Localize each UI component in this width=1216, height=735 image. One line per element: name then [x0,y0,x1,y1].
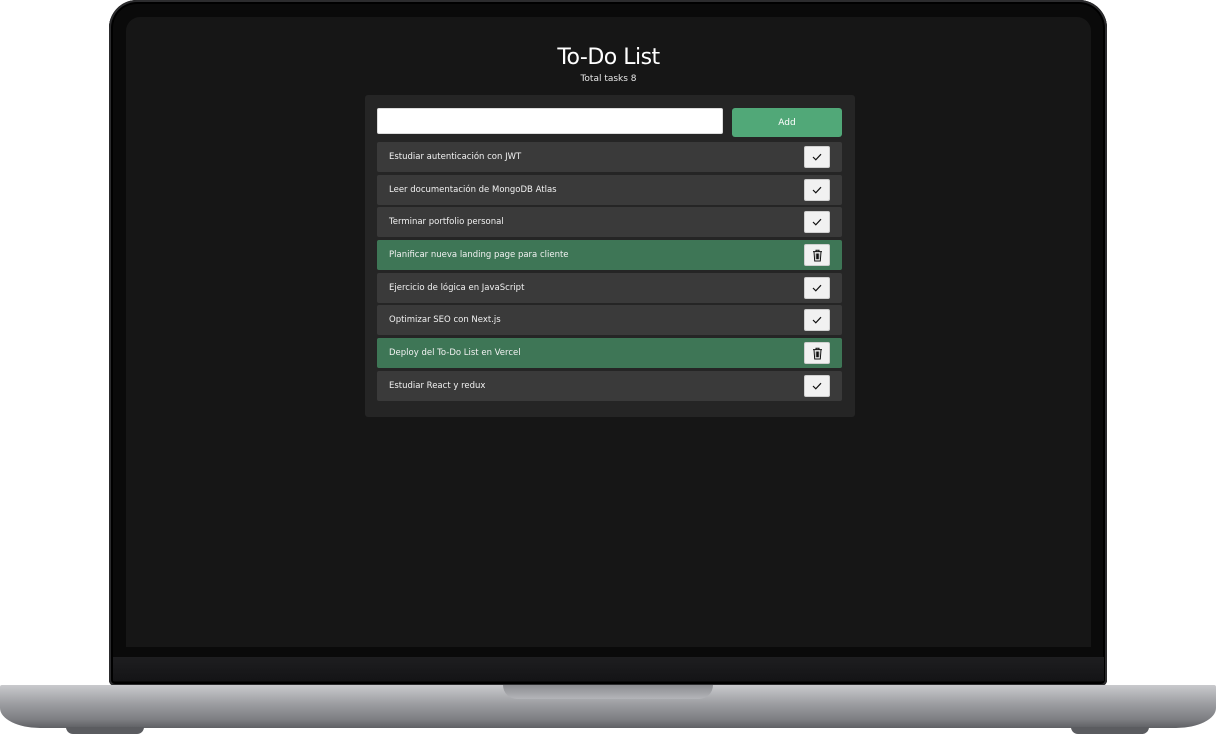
task-item: Terminar portfolio personal [377,207,842,238]
new-task-input[interactable] [377,108,723,134]
task-text: Deploy del To-Do List en Vercel [389,348,521,359]
page-title: To-Do List [557,45,660,70]
task-item: Estudiar autenticación con JWT [377,142,842,172]
trash-icon [812,347,823,360]
task-text: Terminar portfolio personal [389,217,504,228]
laptop-foot [66,727,144,734]
task-text: Leer documentación de MongoDB Atlas [389,184,557,195]
complete-task-button[interactable] [804,276,830,299]
delete-task-button[interactable] [804,244,830,267]
task-item: Leer documentación de MongoDB Atlas [377,174,842,205]
app-screen: To-Do List Total tasks 8 Add Estudiar au… [126,17,1091,647]
check-icon [812,382,822,390]
complete-task-button[interactable] [804,374,830,397]
task-item: Optimizar SEO con Next.js [377,305,842,336]
task-text: Estudiar React y redux [389,380,486,391]
task-list: Estudiar autenticación con JWT Leer docu… [377,142,842,404]
trash-icon [812,249,823,262]
task-text: Optimizar SEO con Next.js [389,315,501,326]
task-item-completed: Deploy del To-Do List en Vercel [377,338,842,369]
task-item: Ejercicio de lógica en JavaScript [377,272,842,303]
screen-bezel-bottom [113,657,1104,681]
complete-task-button[interactable] [804,211,830,234]
complete-task-button[interactable] [804,309,830,332]
check-icon [812,316,822,325]
check-icon [812,153,822,161]
delete-task-button[interactable] [804,342,830,365]
task-item: Estudiar React y redux [377,370,842,401]
laptop-mockup: To-Do List Total tasks 8 Add Estudiar au… [0,0,1216,735]
task-item-completed: Planificar nueva landing page para clien… [377,240,842,271]
add-task-button[interactable]: Add [732,108,842,137]
task-text: Ejercicio de lógica en JavaScript [389,282,525,293]
complete-task-button[interactable] [804,146,830,168]
laptop-foot [1071,727,1149,734]
check-icon [812,186,822,194]
lid-opening-notch [503,685,713,699]
task-text: Planificar nueva landing page para clien… [389,250,569,261]
task-count: Total tasks 8 [580,74,637,84]
check-icon [812,218,822,227]
task-text: Estudiar autenticación con JWT [389,152,522,162]
complete-task-button[interactable] [804,178,830,201]
check-icon [812,284,822,292]
todo-panel: Add Estudiar autenticación con JWT Leer … [365,95,855,417]
